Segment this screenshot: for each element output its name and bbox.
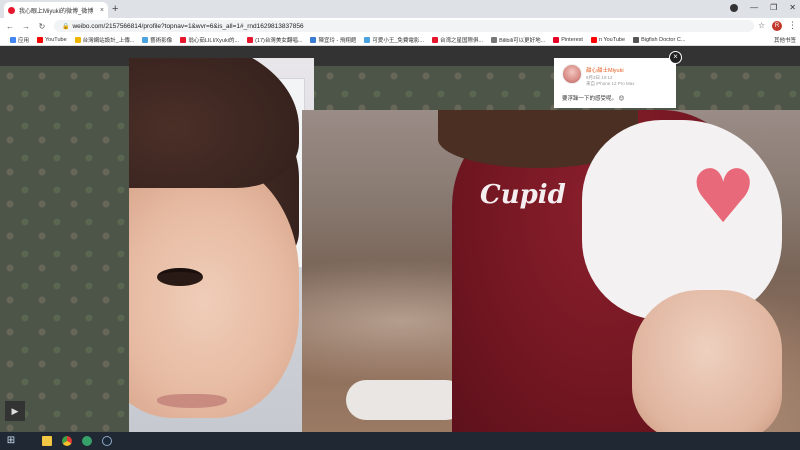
lips [157, 394, 227, 408]
bookmark-favicon-icon [553, 36, 560, 43]
bookmark-favicon-icon [74, 36, 81, 43]
file-explorer-icon[interactable] [42, 436, 52, 446]
bookmark-item[interactable]: (17)台灣美女翻唱... [247, 36, 302, 44]
face [129, 158, 299, 418]
bookmark-label: Bilibili可以更好地... [499, 37, 546, 44]
bookmarks-bar: 应用 YouTube 台灣網站設計_上傳... 藝術影像 翁心茹LILI/Xyuki的.… [0, 34, 800, 46]
post-source: 来自 iPhone 12 Pro Max [586, 81, 635, 86]
bookmark-label: Bigfish Doctor C... [641, 36, 686, 43]
windows-taskbar: ⊞ [0, 432, 800, 450]
bookmark-favicon-icon [491, 36, 498, 43]
edge-icon[interactable] [82, 436, 92, 446]
browser-toolbar: ← → ↻ 🔒 weibo.com/2157566814/profile?top… [0, 18, 800, 34]
post-card: 甜心甜士Miyuki 9月3日 10:12 来自 iPhone 12 Pro M… [554, 58, 676, 108]
arm [632, 290, 782, 432]
bookmark-favicon-icon [310, 36, 317, 43]
bookmark-favicon-icon [180, 36, 187, 43]
bookmark-label: 翁心茹LILI/Xyuki的... [188, 37, 240, 44]
bookmark-item[interactable]: 台灣網站設計_上傳... [74, 36, 135, 44]
bookmark-item[interactable]: 应用 [10, 36, 29, 44]
bookmark-label: (17)台灣美女翻唱... [255, 37, 303, 44]
bookmark-favicon-icon [364, 36, 371, 43]
bookmark-item[interactable]: YouTube [37, 36, 67, 43]
bookmark-favicon-icon [431, 36, 438, 43]
close-window-icon[interactable]: ✕ [789, 3, 796, 12]
user-avatar[interactable] [562, 64, 582, 84]
bookmark-label: YouTube [45, 36, 67, 43]
tab-weibo[interactable]: 我心眼上Miyuki的微博_微博 × [4, 2, 108, 18]
address-url: weibo.com/2157566814/profile?topnav=1&wv… [72, 22, 304, 30]
other-bookmarks[interactable]: 其他书签 [774, 36, 796, 44]
bookmark-favicon-icon [247, 36, 254, 43]
weibo-favicon-icon [8, 6, 15, 14]
post-author[interactable]: 甜心甜士Miyuki [586, 66, 624, 74]
window-controls: — ❐ ✕ [730, 3, 796, 12]
bookmark-label: 应用 [18, 37, 30, 44]
address-bar[interactable]: 🔒 weibo.com/2157566814/profile?topnav=1&… [54, 20, 754, 32]
heart-icon: ♥ [690, 154, 757, 240]
forward-icon[interactable]: → [20, 22, 32, 31]
bookmark-favicon-icon [633, 36, 640, 43]
bookmark-favicon-icon [10, 36, 16, 43]
bookmark-item[interactable]: 台湾之星国際俱... [431, 36, 484, 44]
post-text: 要浮躁一下的感受呢。 😊 [562, 96, 625, 102]
shirt-text: Cupid [480, 180, 566, 210]
bookmark-item[interactable]: Bilibili可以更好地... [491, 36, 545, 44]
selfie-photo[interactable]: 4 [129, 58, 314, 432]
bookmark-star-icon[interactable]: ☆ [758, 21, 765, 30]
bookmark-favicon-icon [590, 36, 597, 43]
profile-avatar-icon[interactable]: R [772, 21, 782, 31]
bookmark-item[interactable]: Bigfish Doctor C... [633, 36, 686, 43]
bookmark-label: 台灣網站設計_上傳... [82, 37, 135, 44]
bookmark-favicon-icon [37, 36, 44, 43]
weibo-page: 4 甜心甜士Miyuki 9月3日 10:12 来自 iPhone 12 Pro… [0, 46, 800, 432]
bookmark-label: 台湾之星国際俱... [439, 37, 484, 44]
lock-icon: 🔒 [62, 23, 70, 30]
tab-title: 我心眼上Miyuki的微博_微博 [19, 8, 94, 15]
browser-tab-strip: 我心眼上Miyuki的微博_微博 × + — ❐ ✕ [0, 0, 800, 18]
bangs [129, 58, 299, 188]
bookmark-item[interactable]: 藝術影像 [142, 36, 172, 44]
new-tab-button[interactable]: + [112, 3, 118, 15]
windows-start-icon[interactable]: ⊞ [6, 436, 16, 446]
back-icon[interactable]: ← [4, 22, 16, 31]
bookmark-item[interactable]: 陳宜玲 - 飛翔館 [310, 36, 356, 44]
bookmark-label: n YouTube [598, 36, 626, 43]
steam-icon[interactable] [102, 436, 112, 446]
tab-close-icon[interactable]: × [100, 7, 104, 14]
outfit-photo[interactable]: Cupid ♥ [302, 110, 800, 432]
reload-icon[interactable]: ↻ [36, 22, 48, 31]
bookmark-label: 可愛小王_免費電影... [372, 37, 424, 44]
bookmark-label: Pinterest [561, 36, 583, 43]
chrome-menu-icon[interactable]: ⋮ [788, 20, 797, 31]
record-icon[interactable] [730, 3, 739, 12]
chair [346, 380, 466, 420]
bookmark-favicon-icon [142, 36, 149, 43]
bookmark-item[interactable]: 可愛小王_免費電影... [364, 36, 424, 44]
minimize-icon[interactable]: — [750, 3, 758, 12]
bookmark-item[interactable]: n YouTube [590, 36, 626, 43]
chrome-icon[interactable] [62, 436, 72, 446]
play-button[interactable]: ▶ [5, 401, 25, 421]
maximize-icon[interactable]: ❐ [770, 3, 777, 12]
close-viewer-button[interactable]: × [669, 51, 682, 64]
bookmark-item[interactable]: 翁心茹LILI/Xyuki的... [180, 36, 239, 44]
bookmark-label: 陳宜玲 - 飛翔館 [318, 37, 357, 44]
bookmark-label: 藝術影像 [150, 37, 173, 44]
eye [157, 268, 203, 286]
bookmark-item[interactable]: Pinterest [553, 36, 583, 43]
